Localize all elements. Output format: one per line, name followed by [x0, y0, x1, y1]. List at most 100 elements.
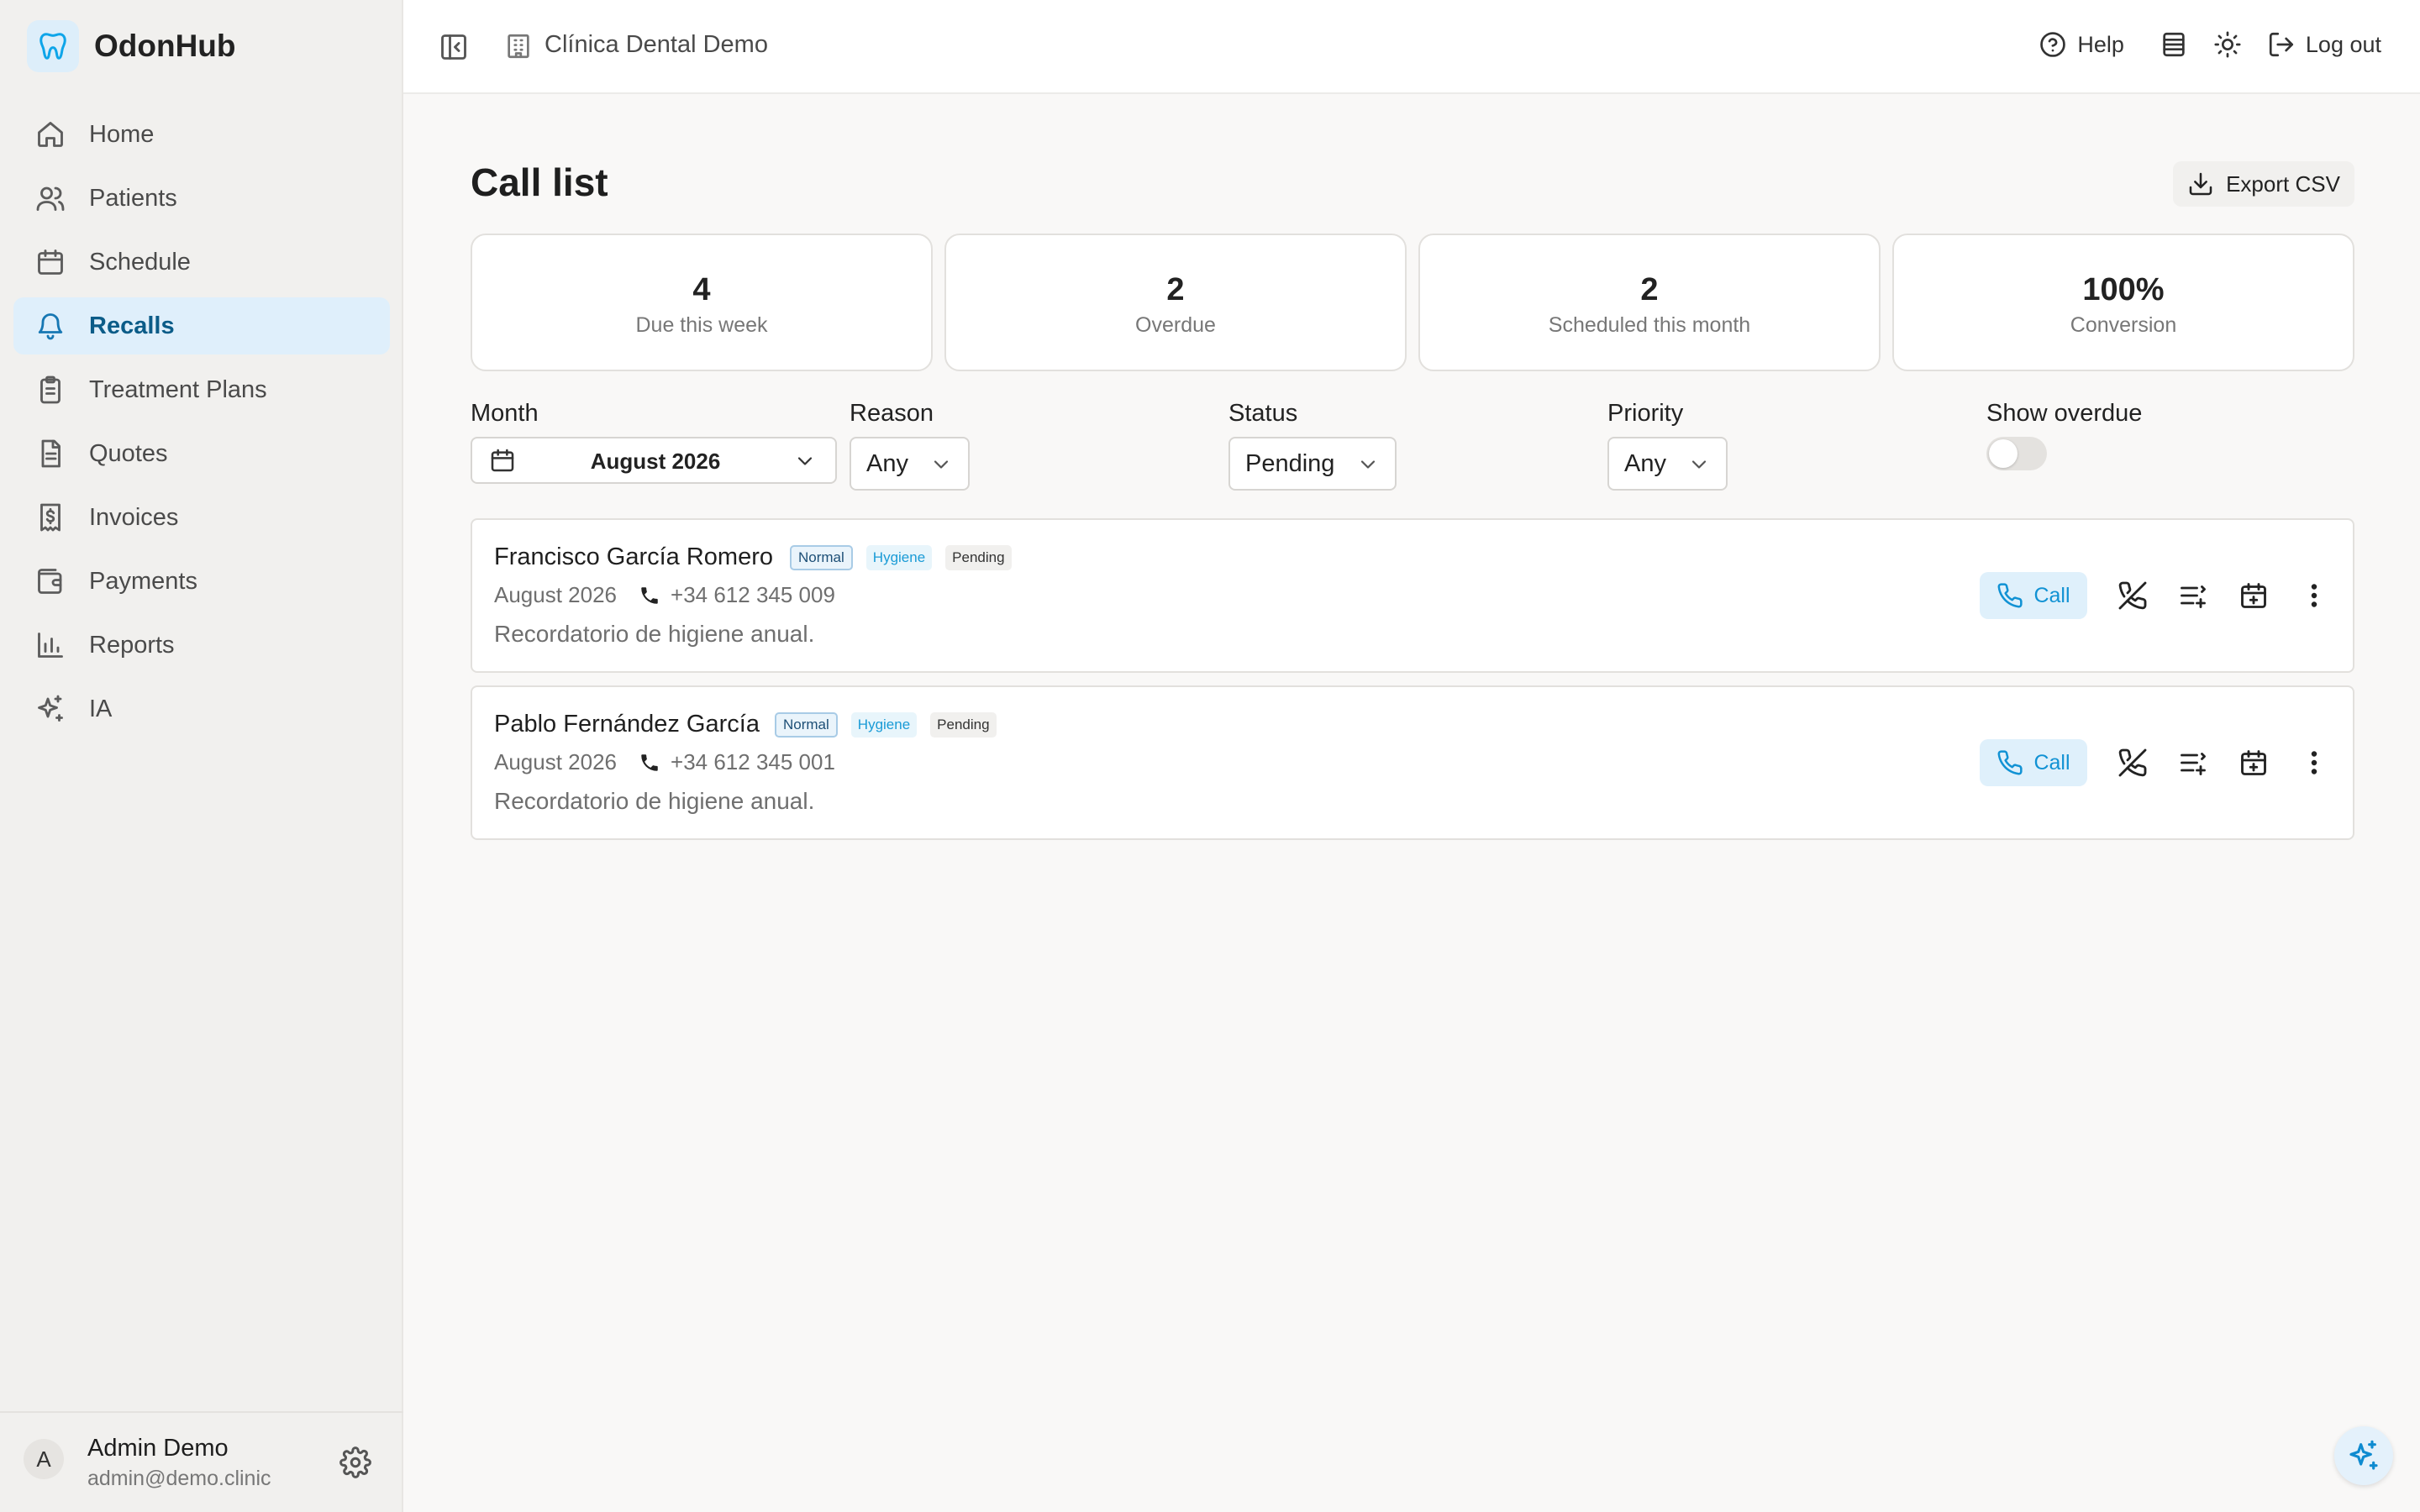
stat-card-conversion: 100% Conversion [1892, 234, 2354, 371]
recall-month: August 2026 [494, 749, 618, 774]
reason-filter-label: Reason [850, 400, 934, 427]
sidebar-item-patients[interactable]: Patients [13, 170, 390, 227]
chevron-down-icon [1356, 453, 1380, 476]
sidebar-item-label: Reports [89, 631, 175, 659]
sidebar-item-label: IA [89, 695, 113, 722]
logout-button[interactable]: Log out [2267, 30, 2381, 59]
page-title: Call list [471, 160, 608, 204]
user-profile: A Admin Demo admin@demo.clinic [0, 1411, 403, 1512]
row-badges: Normal Hygiene Pending [790, 545, 1025, 570]
list-plus-icon[interactable] [2178, 580, 2208, 611]
phone-off-icon[interactable] [2118, 748, 2148, 778]
status-value: Pending [1245, 449, 1335, 477]
building-icon [504, 32, 533, 60]
priority-value: Any [1624, 449, 1666, 477]
sidebar-toggle-icon[interactable] [439, 32, 469, 62]
sidebar-item-label: Quotes [89, 439, 168, 467]
call-button[interactable]: Call [1980, 739, 2087, 786]
calendar-icon [35, 247, 66, 277]
brand[interactable]: OdonHub [27, 20, 236, 72]
toggle-knob [1989, 439, 2018, 468]
priority-badge: Normal [790, 545, 853, 570]
sparkles-icon [35, 694, 66, 724]
list-view-button[interactable] [2160, 30, 2188, 59]
row-badges: Normal Hygiene Pending [775, 712, 1010, 738]
user-name: Admin Demo [87, 1435, 229, 1462]
stat-card-overdue: 2 Overdue [944, 234, 1407, 371]
wallet-icon [35, 566, 66, 596]
status-badge: Pending [930, 712, 997, 738]
users-icon [35, 183, 66, 213]
sun-icon [2213, 30, 2242, 59]
bell-icon [35, 311, 66, 341]
month-select[interactable]: August 2026 [471, 437, 837, 484]
priority-select[interactable]: Any [1607, 437, 1728, 491]
receipt-dollar-icon [35, 502, 66, 533]
phone-off-icon[interactable] [2118, 580, 2148, 611]
month-filter-label: Month [471, 400, 539, 427]
calendar-plus-icon[interactable] [2238, 580, 2269, 611]
phone-icon [639, 585, 660, 606]
row-meta: August 2026 +34 612 345 001 [494, 749, 835, 775]
status-badge: Pending [945, 545, 1012, 570]
status-select[interactable]: Pending [1228, 437, 1397, 491]
clipboard-icon [35, 375, 66, 405]
phone-icon [639, 752, 660, 774]
show-overdue-label: Show overdue [1986, 400, 2143, 427]
stat-value: 2 [1640, 272, 1659, 307]
ai-assistant-button[interactable] [2334, 1426, 2393, 1485]
sidebar-item-treatment-plans[interactable]: Treatment Plans [13, 361, 390, 418]
patient-name[interactable]: Pablo Fernández García [494, 711, 760, 738]
clinic-name[interactable]: Clínica Dental Demo [544, 31, 768, 59]
month-value: August 2026 [590, 449, 721, 474]
more-vertical-icon[interactable] [2299, 748, 2329, 778]
app-name: OdonHub [94, 29, 236, 63]
sidebar-item-home[interactable]: Home [13, 106, 390, 163]
sidebar-item-label: Schedule [89, 248, 191, 276]
sidebar-item-label: Patients [89, 184, 177, 212]
sidebar-item-ia[interactable]: IA [13, 680, 390, 738]
sidebar-item-quotes[interactable]: Quotes [13, 425, 390, 482]
reason-select[interactable]: Any [850, 437, 970, 491]
call-row: Francisco García Romero Normal Hygiene P… [471, 518, 2354, 673]
recall-month: August 2026 [494, 582, 618, 607]
chevron-down-icon [929, 453, 953, 476]
sidebar-item-payments[interactable]: Payments [13, 553, 390, 610]
phone-icon [1996, 749, 2023, 776]
stat-value: 4 [692, 272, 711, 307]
priority-filter-label: Priority [1607, 400, 1684, 427]
stat-value: 100% [2082, 272, 2165, 307]
sidebar-item-reports[interactable]: Reports [13, 617, 390, 674]
sidebar-nav: Home Patients Schedule Recalls Treatment… [13, 106, 390, 744]
priority-badge: Normal [775, 712, 838, 738]
call-button[interactable]: Call [1980, 572, 2087, 619]
theme-toggle-button[interactable] [2213, 30, 2242, 59]
sidebar-item-invoices[interactable]: Invoices [13, 489, 390, 546]
show-overdue-toggle[interactable] [1986, 437, 2047, 470]
calendar-plus-icon[interactable] [2238, 748, 2269, 778]
phone-number[interactable]: +34 612 345 009 [671, 582, 835, 608]
logout-label: Log out [2305, 31, 2381, 57]
export-csv-button[interactable]: Export CSV [2173, 161, 2354, 207]
phone-number[interactable]: +34 612 345 001 [671, 749, 835, 775]
phone-icon [1996, 582, 2023, 609]
reason-badge: Hygiene [850, 712, 918, 738]
gear-icon[interactable] [339, 1446, 371, 1478]
stat-value: 2 [1166, 272, 1185, 307]
sidebar-item-schedule[interactable]: Schedule [13, 234, 390, 291]
stat-label: Due this week [635, 313, 768, 337]
help-button[interactable]: Help [2039, 30, 2124, 59]
reason-badge: Hygiene [865, 545, 933, 570]
stat-label: Conversion [2070, 313, 2177, 337]
patient-name[interactable]: Francisco García Romero [494, 543, 773, 571]
sidebar-item-recalls[interactable]: Recalls [13, 297, 390, 354]
sidebar: OdonHub Home Patients Schedule Recalls T… [0, 0, 403, 1512]
list-icon [2160, 30, 2188, 59]
call-label: Call [2033, 583, 2070, 607]
chevron-down-icon [1687, 453, 1711, 476]
help-circle-icon [2039, 30, 2067, 59]
list-plus-icon[interactable] [2178, 748, 2208, 778]
tooth-icon [27, 20, 79, 72]
sidebar-item-label: Recalls [89, 312, 175, 339]
more-vertical-icon[interactable] [2299, 580, 2329, 611]
